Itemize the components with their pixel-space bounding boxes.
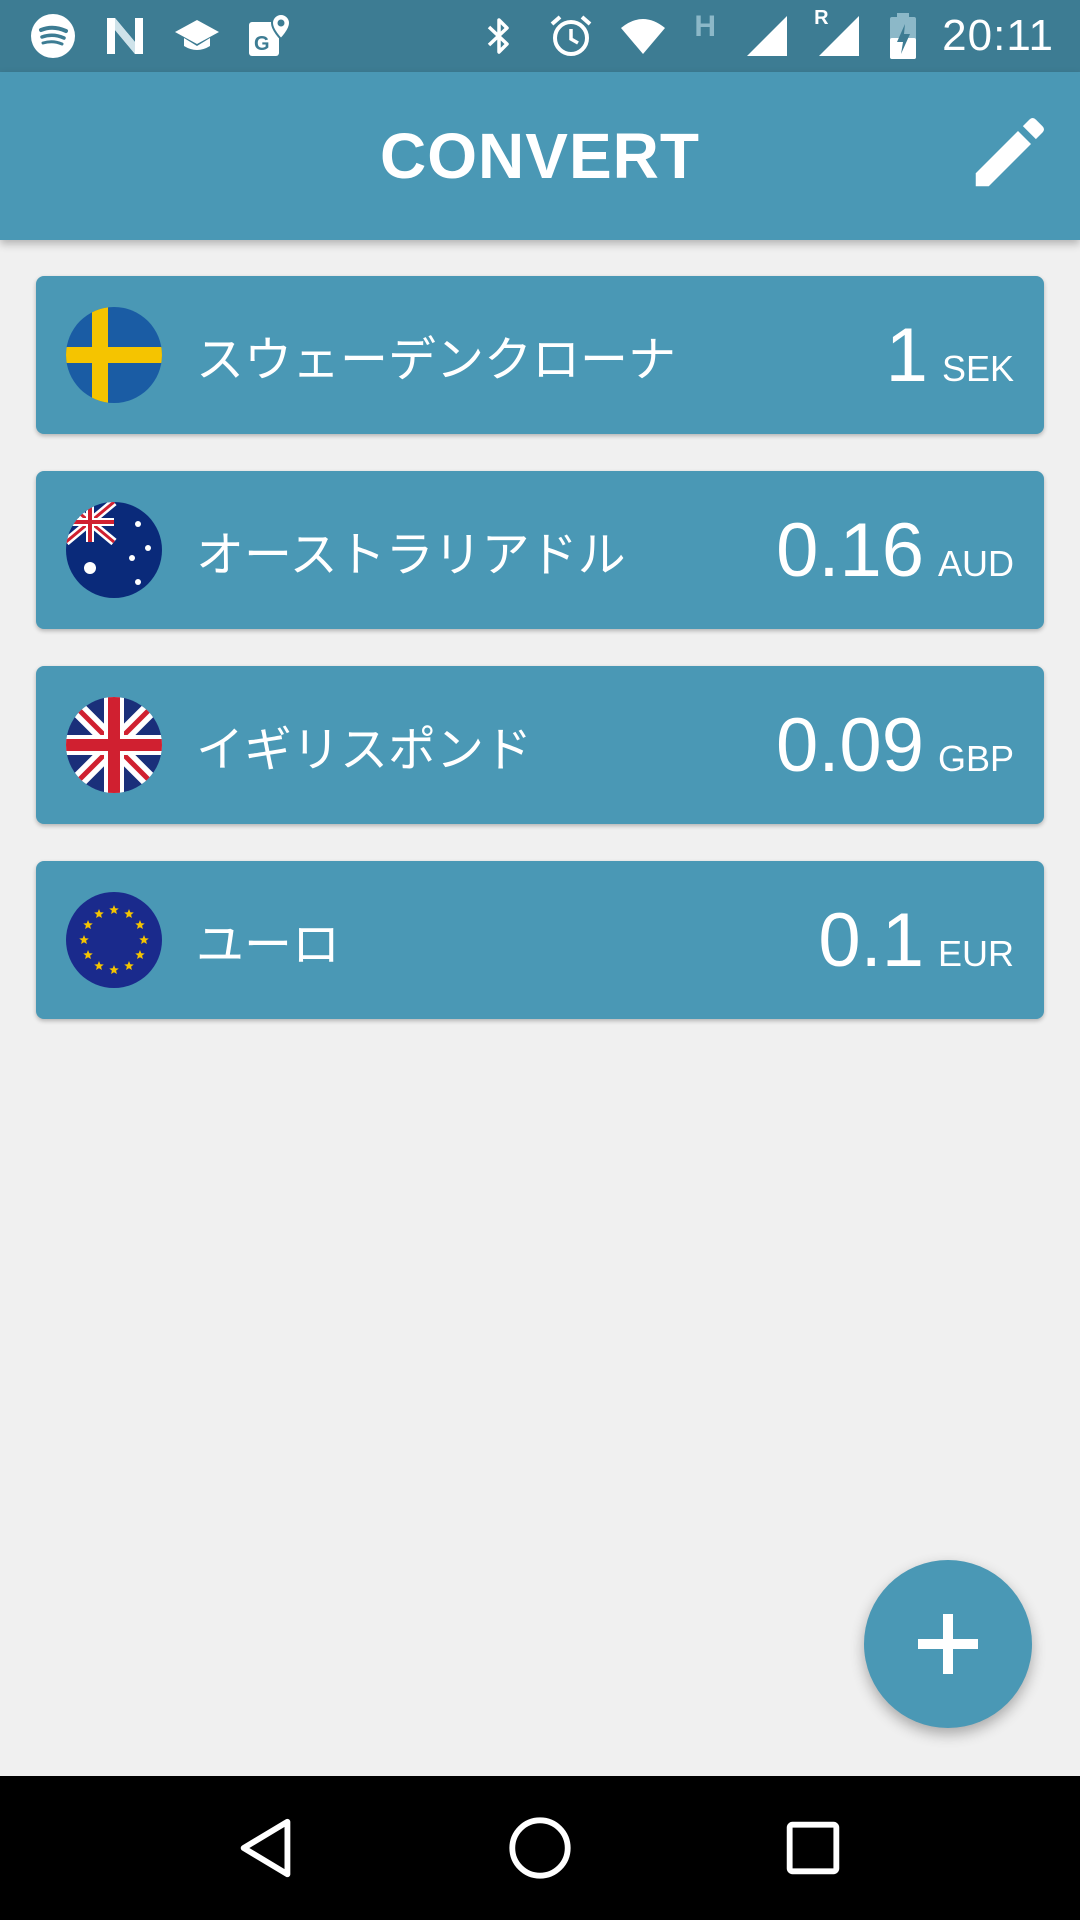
- currency-row-sek[interactable]: スウェーデンクローナ 1 SEK: [36, 276, 1044, 434]
- status-bar-right: H R 20:11: [474, 7, 1054, 61]
- bluetooth-icon: [474, 11, 524, 61]
- currency-amount: 0.1: [818, 897, 924, 983]
- currency-name: ユーロ: [196, 917, 341, 973]
- navigation-bar: [0, 1776, 1080, 1920]
- spotify-icon: [28, 11, 78, 61]
- currency-name: オーストラリアドル: [196, 527, 626, 583]
- currency-row-eur[interactable]: ユーロ 0.1 EUR: [36, 861, 1044, 1019]
- page-title: CONVERT: [380, 120, 700, 192]
- currency-list: スウェーデンクローナ 1 SEK オーストラリアドル 0.16 AUD イギリス…: [36, 276, 1044, 1056]
- currency-code: EUR: [937, 932, 1014, 974]
- h-network-icon: H: [690, 10, 720, 61]
- status-time: 20:11: [942, 11, 1054, 60]
- status-bar: G H R 20:11: [0, 0, 1080, 72]
- currency-amount: 0.16: [776, 507, 924, 593]
- currency-value[interactable]: 1 SEK: [886, 312, 1014, 399]
- graduation-cap-icon: [172, 11, 222, 61]
- currency-code: AUD: [937, 542, 1014, 584]
- currency-value[interactable]: 0.16 AUD: [776, 507, 1014, 594]
- currency-amount: 0.09: [776, 702, 924, 788]
- battery-charging-icon: [886, 11, 920, 61]
- recents-button[interactable]: [768, 1803, 858, 1893]
- signal-icon: [742, 11, 792, 61]
- currency-code: GBP: [937, 737, 1014, 779]
- roaming-label: R: [814, 7, 829, 29]
- sweden-flag-icon: [66, 307, 162, 403]
- back-button[interactable]: [222, 1803, 312, 1893]
- home-button[interactable]: [495, 1803, 585, 1893]
- australia-flag-icon: [66, 502, 162, 598]
- back-icon: [240, 1818, 290, 1878]
- maps-icon: G: [244, 11, 294, 61]
- currency-name: イギリスポンド: [196, 722, 533, 778]
- svg-text:G: G: [254, 33, 270, 55]
- n-app-icon: [100, 11, 150, 61]
- uk-flag-icon: [66, 697, 162, 793]
- pencil-icon: [975, 118, 1044, 187]
- signal-roaming-icon: R: [814, 7, 864, 61]
- recents-icon: [787, 1821, 840, 1875]
- currency-row-gbp[interactable]: イギリスポンド 0.09 GBP: [36, 666, 1044, 824]
- network-label: H: [694, 10, 716, 43]
- currency-value[interactable]: 0.1 EUR: [818, 897, 1014, 984]
- eu-flag-icon: [66, 892, 162, 988]
- add-currency-button[interactable]: [864, 1560, 1032, 1728]
- alarm-icon: [546, 11, 596, 61]
- plus-icon: [918, 1614, 978, 1674]
- app-bar: CONVERT: [0, 72, 1080, 240]
- home-icon: [509, 1817, 571, 1879]
- wifi-icon: [618, 11, 668, 61]
- currency-code: SEK: [941, 347, 1014, 389]
- currency-row-aud[interactable]: オーストラリアドル 0.16 AUD: [36, 471, 1044, 629]
- edit-button[interactable]: [960, 112, 1050, 202]
- currency-name: スウェーデンクローナ: [196, 332, 677, 388]
- currency-value[interactable]: 0.09 GBP: [776, 702, 1014, 789]
- status-bar-left: G: [28, 11, 294, 61]
- currency-amount: 1: [885, 312, 928, 398]
